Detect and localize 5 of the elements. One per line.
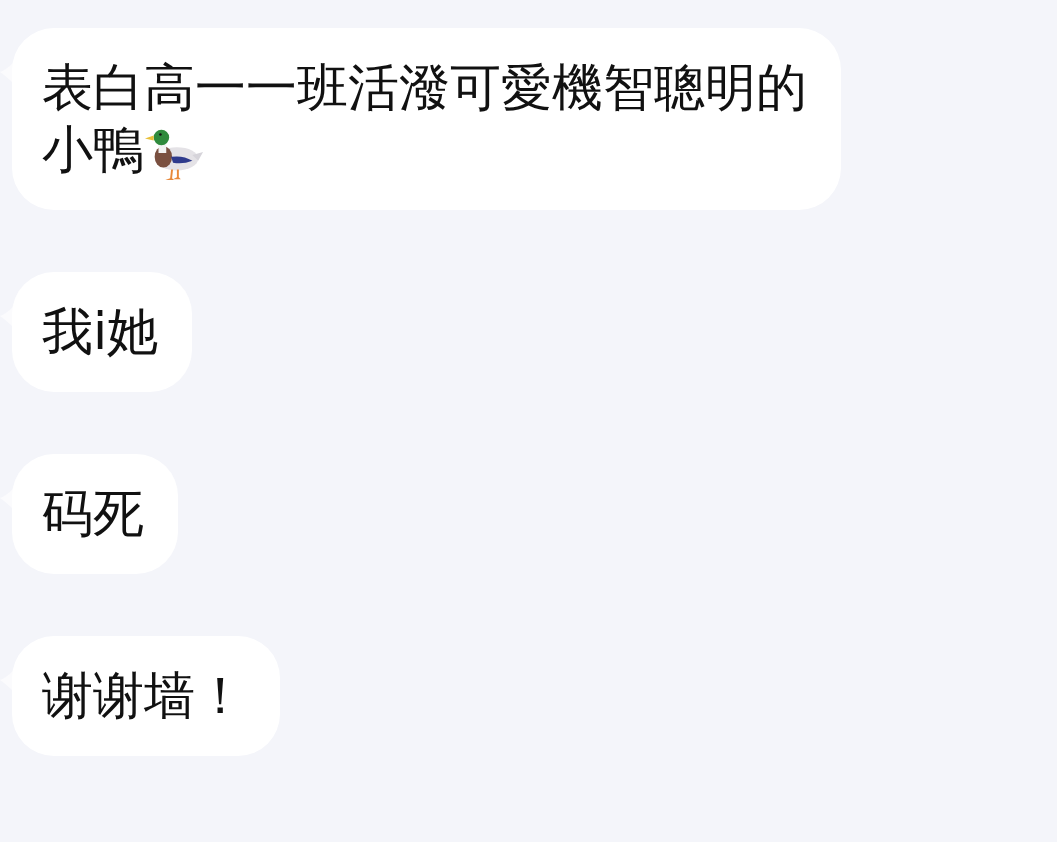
message-text: 码死 [42,483,144,545]
message-text: 我i她 [42,301,159,363]
message-text: 谢谢墙！ [42,665,246,727]
message-text: 表白高一一班活潑可愛機智聰明的 [42,57,807,119]
message-text: 小鴨 [42,119,144,181]
